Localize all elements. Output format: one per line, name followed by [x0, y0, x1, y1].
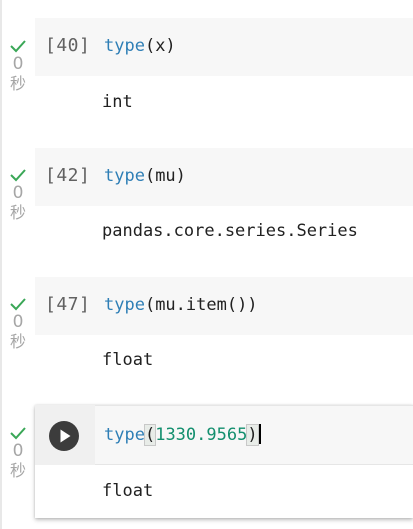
elapsed-seconds: 0 — [12, 312, 24, 332]
cell-status: 0 秒 — [8, 425, 28, 481]
code-function: type — [104, 295, 145, 315]
code-function: type — [104, 425, 145, 445]
elapsed-unit: 秒 — [9, 74, 26, 93]
elapsed-seconds: 0 — [12, 183, 24, 203]
elapsed-seconds: 0 — [12, 54, 24, 74]
code-text[interactable]: type(mu.item()) — [104, 295, 258, 315]
code-text[interactable]: type(x) — [104, 36, 176, 56]
matched-close-paren: ) — [246, 424, 259, 446]
elapsed-seconds: 0 — [12, 441, 24, 461]
play-icon — [60, 429, 71, 443]
code-function: type — [104, 166, 145, 186]
notebook-page: 0 秒 [40] type(x) int 0 秒 [42] type(mu) p… — [0, 0, 413, 529]
code-editor[interactable]: [47] type(mu.item()) — [35, 277, 413, 335]
code-number-literal: 1330.9565 — [155, 425, 248, 445]
text-cursor — [258, 424, 261, 444]
execution-count: [40] — [45, 35, 91, 56]
elapsed-unit: 秒 — [9, 203, 26, 222]
code-text[interactable]: type(mu) — [104, 166, 186, 186]
check-icon — [8, 296, 28, 312]
code-cell: 0 秒 [42] type(mu) pandas.core.series.Ser… — [0, 130, 413, 270]
execution-count: [47] — [45, 294, 91, 315]
cell-output: pandas.core.series.Series — [102, 221, 358, 241]
cell-output: float — [102, 481, 154, 501]
cell-gutter — [35, 405, 95, 465]
elapsed-unit: 秒 — [9, 461, 26, 480]
run-cell-button[interactable] — [49, 421, 79, 451]
check-icon — [8, 38, 28, 54]
code-arguments: (mu) — [144, 166, 186, 186]
cell-status: 0 秒 — [8, 167, 28, 223]
code-arguments: (mu.item()) — [144, 295, 258, 315]
code-function: type — [104, 36, 145, 56]
cell-status: 0 秒 — [8, 296, 28, 352]
code-arguments: (x) — [144, 36, 176, 56]
active-code-cell[interactable]: type(1330.9565) float — [35, 405, 413, 518]
code-text[interactable]: type(1330.9565) — [104, 424, 261, 446]
code-cell: 0 秒 [40] type(x) int — [0, 0, 413, 140]
execution-count: [42] — [45, 165, 91, 186]
cell-status: 0 秒 — [8, 38, 28, 94]
cell-output: int — [102, 92, 133, 112]
code-editor[interactable]: [42] type(mu) — [35, 148, 413, 206]
code-editor[interactable]: [40] type(x) — [35, 18, 413, 76]
check-icon — [8, 167, 28, 183]
check-icon — [8, 425, 28, 441]
matched-open-paren: ( — [143, 424, 157, 446]
code-editor[interactable]: type(1330.9565) — [95, 405, 413, 465]
elapsed-unit: 秒 — [9, 332, 26, 351]
cell-output: float — [102, 350, 154, 370]
code-cell: 0 秒 [47] type(mu.item()) float — [0, 259, 413, 399]
